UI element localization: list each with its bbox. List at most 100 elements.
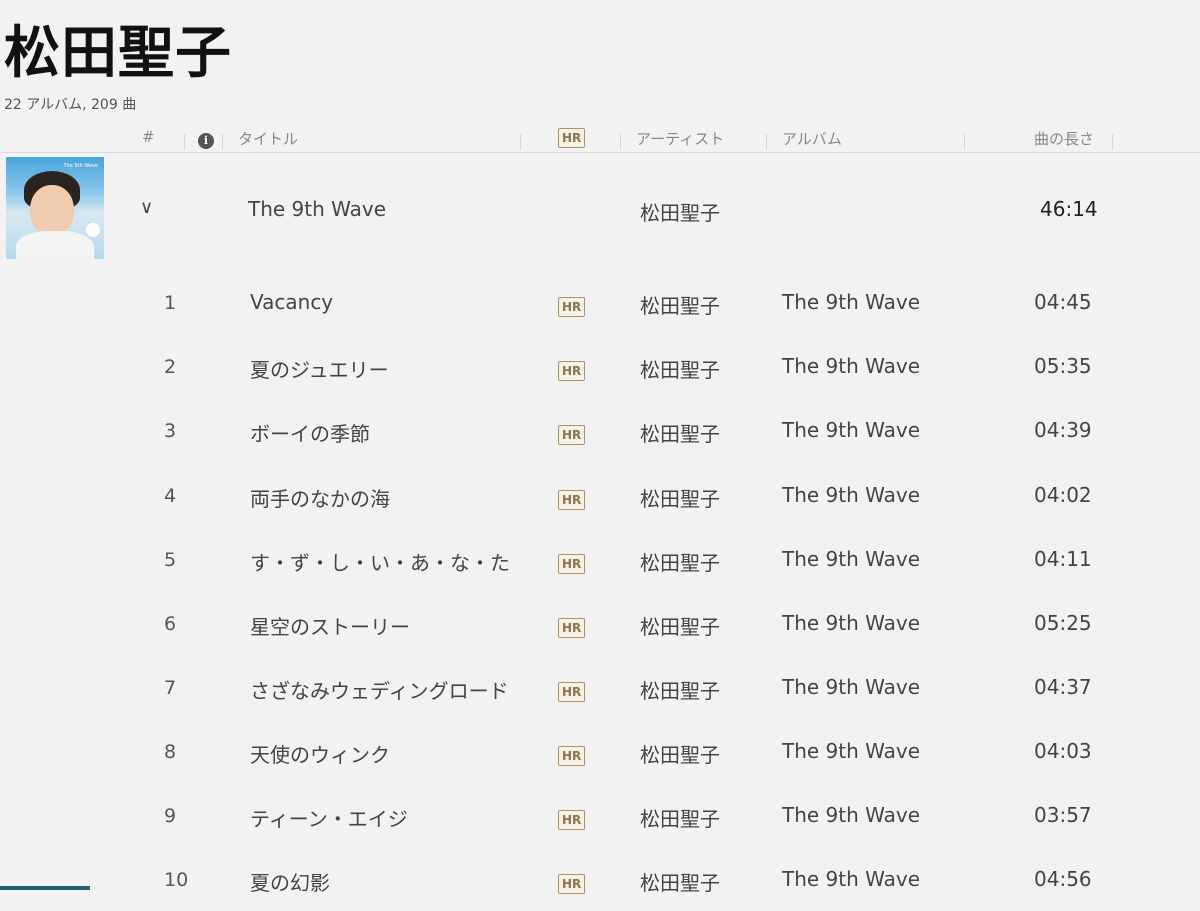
track-title[interactable]: さざなみウェディングロード (250, 675, 509, 704)
track-title[interactable]: ボーイの季節 (250, 418, 370, 447)
track-row[interactable]: 8 天使のウィンク HR 松田聖子 The 9th Wave 04:03 (0, 719, 1200, 783)
track-row[interactable]: 5 す・ず・し・い・あ・な・た HR 松田聖子 The 9th Wave 04:11 (0, 527, 1200, 591)
track-hr-cell: HR (558, 549, 586, 574)
track-duration: 04:02 (1034, 483, 1092, 507)
hi-res-badge: HR (558, 746, 586, 766)
track-row[interactable]: 4 両手のなかの海 HR 松田聖子 The 9th Wave 04:02 (0, 463, 1200, 527)
column-header-duration[interactable]: 曲の長さ (1034, 128, 1094, 149)
track-hr-cell: HR (558, 356, 586, 381)
track-row[interactable]: 1 Vacancy HR 松田聖子 The 9th Wave 04:45 (0, 270, 1200, 334)
hi-res-badge: HR (558, 128, 586, 148)
album-artist[interactable]: 松田聖子 (640, 197, 720, 226)
track-duration: 04:45 (1034, 290, 1092, 314)
track-title[interactable]: 夏のジュエリー (250, 354, 389, 383)
column-separator[interactable] (1112, 134, 1113, 150)
track-title[interactable]: 夏の幻影 (250, 867, 330, 896)
track-number: 9 (164, 805, 177, 827)
album-artwork-caption: The 9th Wave (63, 163, 98, 169)
track-duration: 05:35 (1034, 354, 1092, 378)
track-album[interactable]: The 9th Wave (782, 418, 920, 442)
track-artist[interactable]: 松田聖子 (640, 867, 720, 896)
hi-res-badge: HR (558, 554, 586, 574)
track-album[interactable]: The 9th Wave (782, 290, 920, 314)
track-artist[interactable]: 松田聖子 (640, 739, 720, 768)
track-artist[interactable]: 松田聖子 (640, 675, 720, 704)
column-separator[interactable] (766, 134, 767, 150)
column-header-artist[interactable]: アーティスト (636, 128, 724, 149)
album-artwork[interactable]: The 9th Wave (6, 157, 104, 259)
track-album[interactable]: The 9th Wave (782, 354, 920, 378)
hi-res-badge: HR (558, 490, 586, 510)
info-icon: i (198, 132, 214, 149)
track-artist[interactable]: 松田聖子 (640, 803, 720, 832)
hi-res-badge: HR (558, 682, 586, 702)
track-row[interactable]: 10 夏の幻影 HR 松田聖子 The 9th Wave 04:56 (0, 847, 1200, 911)
track-hr-cell: HR (558, 677, 586, 702)
track-duration: 04:03 (1034, 739, 1092, 763)
track-artist[interactable]: 松田聖子 (640, 354, 720, 383)
track-album[interactable]: The 9th Wave (782, 483, 920, 507)
track-title[interactable]: 天使のウィンク (250, 739, 390, 768)
track-album[interactable]: The 9th Wave (782, 547, 920, 571)
chevron-down-icon[interactable]: ∨ (140, 197, 153, 218)
track-row[interactable]: 3 ボーイの季節 HR 松田聖子 The 9th Wave 04:39 (0, 398, 1200, 462)
track-row[interactable]: 7 さざなみウェディングロード HR 松田聖子 The 9th Wave 04:37 (0, 655, 1200, 719)
track-number: 5 (164, 549, 177, 571)
track-row[interactable]: 9 ティーン・エイジ HR 松田聖子 The 9th Wave 03:57 (0, 783, 1200, 847)
column-header-number[interactable]: # (142, 128, 155, 146)
artist-title: 松田聖子 (4, 21, 232, 86)
track-hr-cell: HR (558, 805, 586, 830)
track-album[interactable]: The 9th Wave (782, 739, 920, 763)
track-number: 7 (164, 677, 177, 699)
track-row[interactable]: 2 夏のジュエリー HR 松田聖子 The 9th Wave 05:35 (0, 334, 1200, 398)
track-duration: 04:39 (1034, 418, 1092, 442)
track-duration: 04:56 (1034, 867, 1092, 891)
column-header-hr[interactable]: HR (558, 128, 586, 148)
album-title[interactable]: The 9th Wave (248, 197, 386, 221)
track-number: 1 (164, 292, 177, 314)
track-hr-cell: HR (558, 741, 586, 766)
track-number: 4 (164, 485, 177, 507)
column-separator[interactable] (222, 134, 223, 150)
track-artist[interactable]: 松田聖子 (640, 611, 720, 640)
hi-res-badge: HR (558, 874, 586, 894)
track-duration: 05:25 (1034, 611, 1092, 635)
hi-res-badge: HR (558, 297, 586, 317)
track-title[interactable]: 両手のなかの海 (250, 483, 390, 512)
track-title[interactable]: す・ず・し・い・あ・な・た (250, 547, 510, 576)
track-artist[interactable]: 松田聖子 (640, 290, 720, 319)
track-duration: 03:57 (1034, 803, 1092, 827)
track-album[interactable]: The 9th Wave (782, 867, 920, 891)
track-hr-cell: HR (558, 869, 586, 894)
track-number: 8 (164, 741, 177, 763)
track-hr-cell: HR (558, 485, 586, 510)
track-hr-cell: HR (558, 420, 586, 445)
column-separator[interactable] (520, 134, 521, 150)
track-list-header: # i タイトル HR アーティスト アルバム 曲の長さ (0, 124, 1200, 152)
track-title[interactable]: ティーン・エイジ (250, 803, 408, 832)
artist-summary: 22 アルバム, 209 曲 (4, 97, 137, 113)
column-header-album[interactable]: アルバム (782, 128, 842, 149)
track-artist[interactable]: 松田聖子 (640, 418, 720, 447)
album-group-row[interactable]: The 9th Wave ∨ The 9th Wave 松田聖子 46:14 (0, 152, 1200, 263)
track-album[interactable]: The 9th Wave (782, 803, 920, 827)
track-album[interactable]: The 9th Wave (782, 611, 920, 635)
column-separator[interactable] (964, 134, 965, 150)
track-title[interactable]: 星空のストーリー (250, 611, 410, 640)
column-header-info[interactable]: i (198, 130, 214, 149)
hi-res-badge: HR (558, 618, 586, 638)
track-row[interactable]: 6 星空のストーリー HR 松田聖子 The 9th Wave 05:25 (0, 591, 1200, 655)
bottom-accent-bar (0, 886, 90, 890)
track-artist[interactable]: 松田聖子 (640, 483, 720, 512)
track-number: 3 (164, 420, 177, 442)
hi-res-badge: HR (558, 361, 586, 381)
column-header-title[interactable]: タイトル (238, 128, 298, 149)
track-number: 6 (164, 613, 177, 635)
track-hr-cell: HR (558, 613, 586, 638)
column-separator[interactable] (184, 134, 185, 150)
track-duration: 04:37 (1034, 675, 1092, 699)
track-album[interactable]: The 9th Wave (782, 675, 920, 699)
track-title[interactable]: Vacancy (250, 290, 333, 314)
track-artist[interactable]: 松田聖子 (640, 547, 720, 576)
column-separator[interactable] (620, 134, 621, 150)
